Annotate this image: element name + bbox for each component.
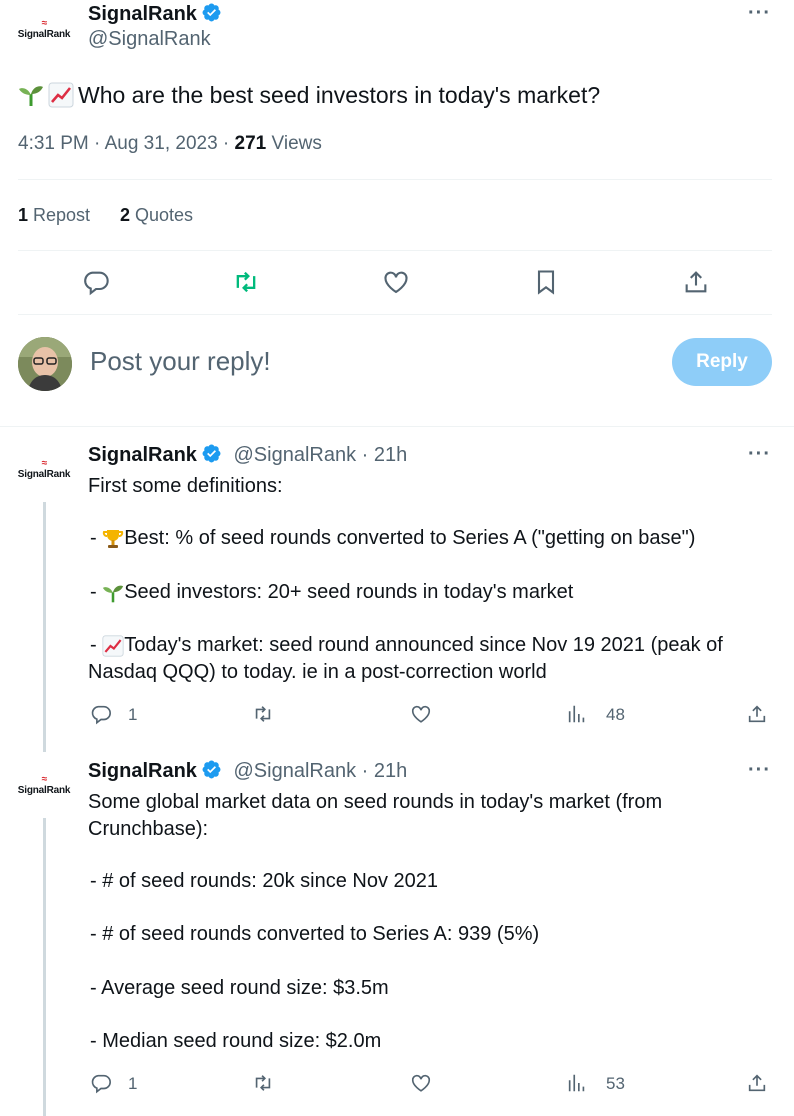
reply2-view-count: 53	[606, 1074, 625, 1093]
reply1-time[interactable]: 21h	[374, 444, 407, 466]
reply1-view-count: 48	[606, 705, 625, 724]
reply1-line4a-text: Today's market: seed round announced sin…	[124, 634, 723, 656]
reply-input[interactable]: Post your reply!	[90, 346, 271, 377]
dash: -	[90, 527, 103, 549]
timestamp-line: 4:31 PM · Aug 31, 2023 · 271 Views	[18, 133, 322, 155]
reply-icon[interactable]	[90, 1072, 112, 1094]
views-count: 271	[234, 133, 267, 154]
tweet-text-row: Who are the best seed investors in today…	[18, 80, 600, 110]
reply2-line1b: Crunchbase):	[88, 818, 209, 840]
verified-badge-icon	[202, 760, 221, 779]
chart-increasing-emoji-icon	[102, 634, 124, 657]
thread-connector-line	[43, 818, 46, 1116]
reply-icon[interactable]	[82, 268, 110, 296]
tweet-time[interactable]: 4:31 PM · Aug 31, 2023 ·	[18, 133, 235, 154]
quotes-stat[interactable]: 2 Quotes	[120, 205, 193, 226]
logo-mark: ≈	[41, 458, 47, 469]
reply2-more-button[interactable]: ···	[748, 759, 771, 782]
reply2-author-name[interactable]: SignalRank	[88, 760, 197, 782]
divider	[18, 314, 772, 315]
reply2-line2: - # of seed rounds: 20k since Nov 2021	[90, 870, 438, 892]
reply2-line3: - # of seed rounds converted to Series A…	[90, 923, 540, 945]
dash: -	[90, 581, 103, 603]
tweet-text: Who are the best seed investors in today…	[78, 82, 601, 108]
signalrank-logo[interactable]: ≈ SignalRank	[16, 2, 72, 58]
divider	[18, 179, 772, 180]
reply2-line4: - Average seed round size: $3.5m	[90, 977, 389, 999]
quotes-count: 2	[120, 205, 131, 225]
share-icon[interactable]	[682, 268, 710, 296]
separator-dot: ·	[356, 760, 374, 782]
repost-icon[interactable]	[252, 703, 274, 725]
reposts-count: 1	[18, 205, 29, 225]
thread-connector-line	[43, 502, 46, 752]
seedling-emoji-icon	[19, 86, 43, 106]
like-heart-icon[interactable]	[410, 1072, 432, 1094]
reposts-label: Repost	[28, 205, 91, 225]
reply1-line2-row: - Best: % of seed rounds converted to Se…	[90, 525, 695, 552]
share-icon[interactable]	[746, 703, 768, 725]
like-heart-icon[interactable]	[382, 268, 410, 296]
logo-mark: ≈	[41, 774, 47, 785]
verified-badge-icon	[202, 444, 221, 463]
dash: -	[90, 634, 103, 656]
repost-icon[interactable]	[252, 1072, 274, 1094]
analytics-icon[interactable]	[566, 703, 588, 725]
views-label: Views	[266, 133, 322, 154]
chart-increasing-emoji-icon	[48, 82, 74, 108]
separator-dot: ·	[356, 444, 374, 466]
reply2-line1a: Some global market data on seed rounds i…	[88, 791, 663, 813]
share-icon[interactable]	[746, 1072, 768, 1094]
more-options-button[interactable]: ···	[748, 2, 771, 25]
author-handle[interactable]: @SignalRank	[88, 28, 222, 51]
quotes-label: Quotes	[130, 205, 194, 225]
user-avatar[interactable]	[18, 337, 72, 391]
reply1-line4b: Nasdaq QQQ) to today. ie in a post-corre…	[88, 661, 547, 683]
logo-text: SignalRank	[17, 29, 71, 40]
reply1-line3-row: - Seed investors: 20+ seed rounds in tod…	[90, 579, 573, 606]
seedling-emoji-icon	[103, 585, 124, 602]
section-divider	[0, 426, 794, 427]
reply1-header: SignalRank @SignalRank · 21h	[88, 443, 407, 467]
repost-icon[interactable]	[232, 268, 260, 296]
reply2-time[interactable]: 21h	[374, 760, 407, 782]
author-block: SignalRank @SignalRank	[88, 2, 222, 51]
logo-text: SignalRank	[17, 469, 71, 480]
reply2-line5: - Median seed round size: $2.0m	[90, 1030, 382, 1052]
trophy-emoji-icon	[103, 529, 124, 548]
reply2-reply-count: 1	[128, 1074, 138, 1093]
analytics-icon[interactable]	[566, 1072, 588, 1094]
divider	[18, 250, 772, 251]
bookmark-icon[interactable]	[532, 268, 560, 296]
reply1-handle[interactable]: @SignalRank	[233, 444, 356, 466]
reply2-handle[interactable]: @SignalRank	[233, 760, 356, 782]
author-name[interactable]: SignalRank	[88, 3, 197, 25]
reply1-line3-text: Seed investors: 20+ seed rounds in today…	[124, 581, 574, 603]
reply1-line2-text: Best: % of seed rounds converted to Seri…	[124, 527, 696, 549]
logo-mark: ≈	[41, 18, 47, 29]
reply1-reply-count: 1	[128, 705, 138, 724]
avatar-portrait-icon	[18, 337, 72, 391]
reply1-logo[interactable]: ≈ SignalRank	[16, 442, 72, 498]
reply-button[interactable]: Reply	[672, 338, 772, 386]
reply1-author-name[interactable]: SignalRank	[88, 444, 197, 466]
like-heart-icon[interactable]	[410, 703, 432, 725]
reply2-header: SignalRank @SignalRank · 21h	[88, 759, 407, 783]
reply1-line1: First some definitions:	[88, 475, 283, 497]
reply1-more-button[interactable]: ···	[748, 443, 771, 466]
reply2-logo[interactable]: ≈ SignalRank	[16, 758, 72, 814]
reply-icon[interactable]	[90, 703, 112, 725]
logo-text: SignalRank	[17, 785, 71, 796]
verified-badge-icon	[202, 3, 221, 22]
repost-stat[interactable]: 1 Repost	[18, 205, 90, 226]
reply1-line4-row: - Today's market: seed round announced s…	[90, 632, 723, 659]
